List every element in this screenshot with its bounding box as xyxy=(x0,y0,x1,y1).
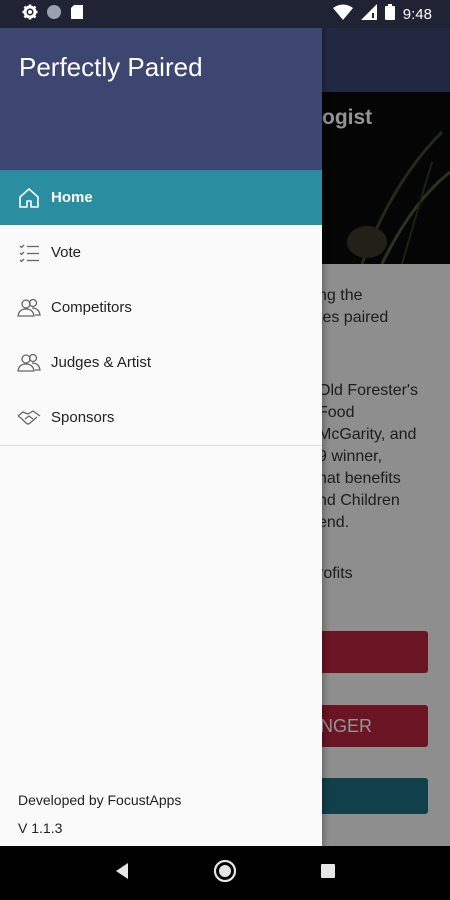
menu-item-sponsors[interactable]: Sponsors xyxy=(0,390,322,445)
app-version: V 1.1.3 xyxy=(18,820,63,836)
menu-item-label: Sponsors xyxy=(51,409,115,426)
drawer-title: Perfectly Paired xyxy=(19,52,203,82)
navigation-drawer: Perfectly Paired Home Vote Competitors J… xyxy=(0,28,322,846)
menu-divider xyxy=(0,445,322,446)
system-nav-bar xyxy=(0,846,450,900)
people-icon xyxy=(17,296,41,320)
back-button[interactable] xyxy=(102,853,142,893)
home-button[interactable] xyxy=(205,853,245,893)
battery-icon xyxy=(384,3,395,25)
menu-item-home[interactable]: Home xyxy=(0,170,322,225)
menu-item-label: Home xyxy=(51,189,93,206)
home-icon xyxy=(17,186,41,210)
recents-icon xyxy=(320,863,336,884)
menu-item-label: Competitors xyxy=(51,299,132,316)
menu-item-competitors[interactable]: Competitors xyxy=(0,280,322,335)
recents-button[interactable] xyxy=(308,853,348,893)
signal-icon xyxy=(360,3,377,25)
handshake-icon xyxy=(17,406,41,430)
menu-item-vote[interactable]: Vote xyxy=(0,225,322,280)
wifi-icon xyxy=(332,4,353,25)
settings-icon xyxy=(22,4,38,25)
drawer-menu: Home Vote Competitors Judges & Artist Sp… xyxy=(0,170,322,445)
circle-icon xyxy=(46,4,62,25)
developer-credit: Developed by FocustApps xyxy=(18,792,182,808)
drawer-footer: Developed by FocustApps V 1.1.3 xyxy=(18,786,181,842)
status-time: 9:48 xyxy=(402,5,432,23)
checklist-icon xyxy=(17,241,41,265)
status-bar: 9:48 xyxy=(0,0,450,28)
menu-item-judges-artist[interactable]: Judges & Artist xyxy=(0,335,322,390)
menu-item-label: Vote xyxy=(51,244,82,261)
people-icon xyxy=(17,351,41,375)
menu-item-label: Judges & Artist xyxy=(51,354,152,371)
drawer-header: Perfectly Paired xyxy=(0,28,322,170)
sd-card-icon xyxy=(70,4,84,25)
home-circle-icon xyxy=(213,859,237,888)
back-icon xyxy=(114,862,130,885)
